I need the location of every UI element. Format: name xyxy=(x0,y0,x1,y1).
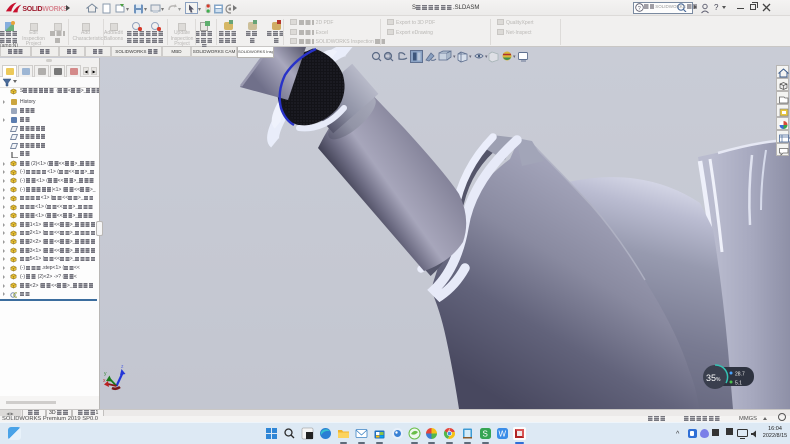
svg-text:28.7: 28.7 xyxy=(735,372,745,378)
svg-text:▾: ▾ xyxy=(485,54,488,60)
svg-text:S: S xyxy=(483,430,488,439)
svg-text:▾: ▾ xyxy=(144,7,147,13)
svg-text:WORKS: WORKS xyxy=(42,6,66,13)
svg-text:▾: ▾ xyxy=(126,7,129,13)
svg-text:▾: ▾ xyxy=(161,7,164,13)
svg-text:?: ? xyxy=(638,6,641,12)
svg-text:SOLID: SOLID xyxy=(22,6,42,13)
svg-text:▾: ▾ xyxy=(198,7,201,13)
svg-text:▾: ▾ xyxy=(453,54,456,60)
svg-text:▾: ▾ xyxy=(178,7,181,13)
svg-text:5.1: 5.1 xyxy=(735,381,742,387)
svg-text:▾: ▾ xyxy=(513,54,516,60)
svg-text:▾: ▾ xyxy=(469,54,472,60)
svg-text:W: W xyxy=(499,430,507,439)
